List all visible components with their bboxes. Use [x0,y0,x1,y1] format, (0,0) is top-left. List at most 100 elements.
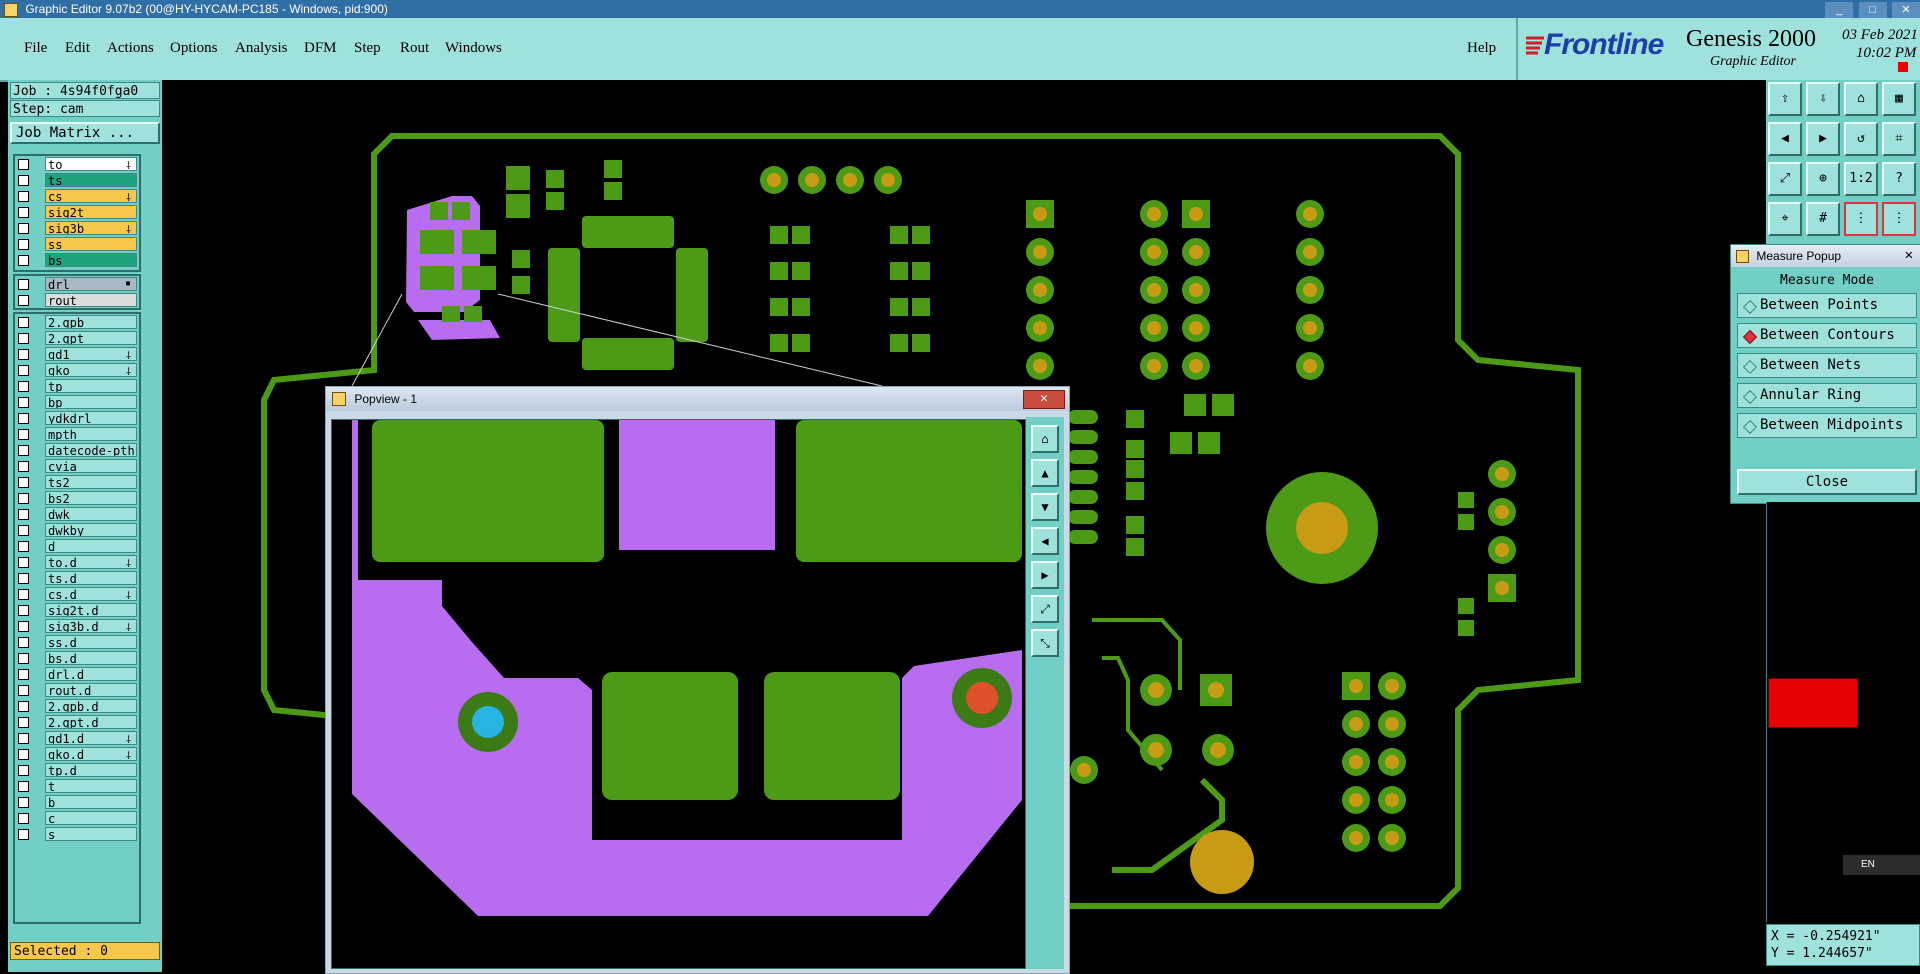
layer-checkbox[interactable] [18,397,29,408]
layer-checkbox[interactable] [18,605,29,616]
layer-name[interactable]: 2.gpt [45,331,137,345]
layer-row[interactable]: t [15,778,139,794]
layer-row[interactable]: 2.gpb.d [15,698,139,714]
layer-checkbox[interactable] [18,765,29,776]
layer-checkbox[interactable] [18,239,29,250]
layer-checkbox[interactable] [18,279,29,290]
maximize-button[interactable]: □ [1858,2,1887,18]
layer-checkbox[interactable] [18,685,29,696]
snap-icon[interactable]: ⌗ [1882,122,1916,156]
layer-checkbox[interactable] [18,653,29,664]
layer-row[interactable]: datecode-pth [15,442,139,458]
radio-indicator-icon[interactable] [1742,329,1758,345]
layer-name[interactable]: bs2 [45,491,137,505]
layer-row[interactable]: ts2 [15,474,139,490]
help-button[interactable]: ? [1882,162,1916,196]
layer-row[interactable]: bp [15,394,139,410]
measure-option[interactable]: Annular Ring [1737,383,1917,408]
layer-name[interactable]: ss [45,237,137,251]
radio-indicator-icon[interactable] [1742,299,1758,315]
layer-row[interactable]: dwkby [15,522,139,538]
layer-checkbox[interactable] [18,461,29,472]
layer-name[interactable]: tp [45,379,137,393]
layer-row[interactable]: gd1.d ⸸ [15,730,139,746]
layer-name[interactable]: ydkdrl [45,411,137,425]
layer-checkbox[interactable] [18,733,29,744]
layer-row[interactable]: sig2t.d [15,602,139,618]
layer-row[interactable]: gd1 ⸸ [15,346,139,362]
layer-row[interactable]: dwk [15,506,139,522]
layer-name[interactable]: b [45,795,137,809]
layer-name[interactable]: 2.gpt.d [45,715,137,729]
close-window-button[interactable]: ✕ [1892,2,1920,18]
layer-checkbox[interactable] [18,509,29,520]
layer-checkbox[interactable] [18,573,29,584]
layer-row[interactable]: to ⸸ [15,156,139,172]
layer-name[interactable]: to [45,157,137,171]
radio-indicator-icon[interactable] [1742,419,1758,435]
pan-right-icon[interactable]: ▶ [1806,122,1840,156]
layer-checkbox[interactable] [18,797,29,808]
layer-row[interactable]: to.d ⸸ [15,554,139,570]
layer-row[interactable]: cvia [15,458,139,474]
layer-checkbox[interactable] [18,557,29,568]
layer-checkbox[interactable] [18,493,29,504]
layer-row[interactable]: c [15,810,139,826]
layer-row[interactable]: 2.gpb [15,314,139,330]
layer-row[interactable]: bs2 [15,490,139,506]
layer-name[interactable]: gko.d [45,747,137,761]
layer-name[interactable]: s [45,827,137,841]
layer-checkbox[interactable] [18,749,29,760]
menu-options[interactable]: Options [170,40,218,57]
grid-icon[interactable]: ▦ [1882,82,1916,116]
save-icon[interactable]: ⇩ [1806,82,1840,116]
layer-checkbox[interactable] [18,701,29,712]
open-step-icon[interactable]: ⇧ [1768,82,1802,116]
popview-pan-left-icon[interactable]: ◀ [1031,527,1059,555]
layer-checkbox[interactable] [18,637,29,648]
layer-name[interactable]: c [45,811,137,825]
scale-button[interactable]: 1:2 [1844,162,1878,196]
layer-row[interactable]: s [15,826,139,842]
layer-row[interactable]: drl.d [15,666,139,682]
layer-checkbox[interactable] [18,207,29,218]
layer-name[interactable]: sig2t.d [45,603,137,617]
board-thumbnail[interactable] [1768,678,1858,728]
layer-row[interactable]: rout [15,292,139,308]
layer-name[interactable]: to.d [45,555,137,569]
layer-row[interactable]: ydkdrl [15,410,139,426]
layer-name[interactable]: gd1 [45,347,137,361]
layer-row[interactable]: 2.gpt.d [15,714,139,730]
layer-checkbox[interactable] [18,781,29,792]
layer-checkbox[interactable] [18,223,29,234]
layer-name[interactable]: bs.d [45,651,137,665]
layer-name[interactable]: ts.d [45,571,137,585]
popview-zoom-in-icon[interactable]: ⤢ [1031,595,1059,623]
layer-checkbox[interactable] [18,621,29,632]
layer-name[interactable]: drl [45,277,137,291]
grid-toggle-icon[interactable]: # [1806,202,1840,236]
layer-checkbox[interactable] [18,365,29,376]
layer-row[interactable]: b [15,794,139,810]
layer-checkbox[interactable] [18,191,29,202]
zoom-fit-icon[interactable]: ⤢ [1768,162,1802,196]
layer-row[interactable]: 2.gpt [15,330,139,346]
popview-pan-down-icon[interactable]: ▼ [1031,493,1059,521]
menu-edit[interactable]: Edit [65,40,90,57]
menu-actions[interactable]: Actions [107,40,154,57]
layer-name[interactable]: dwk [45,507,137,521]
layer-row[interactable]: ts [15,172,139,188]
layer-name[interactable]: sig2t [45,205,137,219]
layer-checkbox[interactable] [18,717,29,728]
popview-title-bar[interactable]: Popview - 1 [326,387,1069,411]
layer-checkbox[interactable] [18,333,29,344]
net-highlight-icon[interactable]: ⋮ [1844,202,1878,236]
layer-name[interactable]: gd1.d [45,731,137,745]
layer-checkbox[interactable] [18,349,29,360]
layer-checkbox[interactable] [18,175,29,186]
popview-zoom-home-icon[interactable]: ⌂ [1031,425,1059,453]
layer-row[interactable]: d [15,538,139,554]
layer-name[interactable]: 2.gpb [45,315,137,329]
zoom-window-icon[interactable]: ⊕ [1806,162,1840,196]
layer-name[interactable]: bp [45,395,137,409]
